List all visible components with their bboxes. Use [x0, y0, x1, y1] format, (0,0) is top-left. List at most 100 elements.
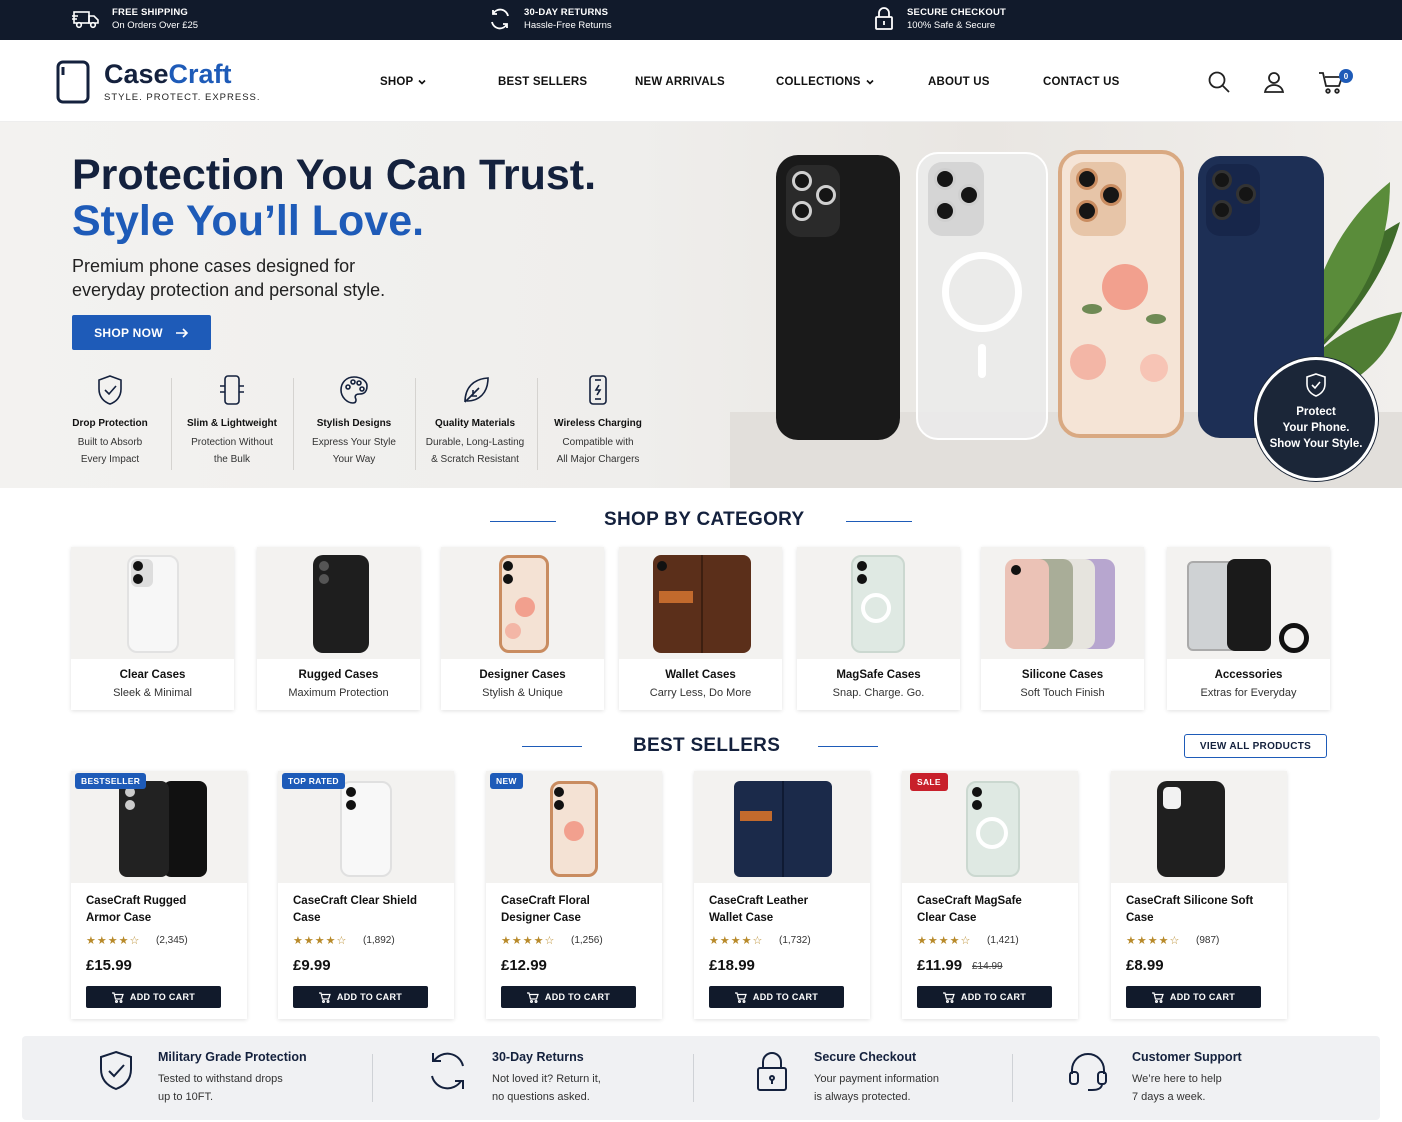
product-price: £15.99: [86, 957, 132, 974]
add-to-cart-button[interactable]: ADD TO CART: [293, 986, 428, 1008]
add-to-cart-label: ADD TO CART: [752, 992, 819, 1002]
leaf-icon: [464, 377, 489, 403]
returns-icon: [491, 8, 509, 30]
category-sub: Soft Touch Finish: [1020, 687, 1105, 699]
nav-collections[interactable]: COLLECTIONS: [776, 76, 875, 88]
brand-logo[interactable]: CaseCraft STYLE. PROTECT. EXPRESS.: [56, 60, 261, 104]
search-icon[interactable]: [1207, 70, 1231, 94]
guarantee-line1: We’re here to help: [1132, 1073, 1222, 1085]
guarantee-bar: Military Grade Protection Tested to withs…: [22, 1036, 1380, 1120]
feature-desc-line2: & Scratch Resistant: [431, 454, 519, 465]
guarantee-line2: no questions asked.: [492, 1091, 590, 1103]
product-name: CaseCraft MagSafe Clear Case: [917, 895, 1022, 924]
add-to-cart-button[interactable]: ADD TO CART: [709, 986, 844, 1008]
category-sub: Carry Less, Do More: [649, 687, 752, 699]
star-rating: ★★★★☆: [1126, 935, 1181, 947]
guarantee-secure-checkout: Secure Checkout Your payment information i…: [752, 1050, 939, 1106]
category-sub: Sleek & Minimal: [113, 687, 192, 699]
feature-desc-line2: the Bulk: [213, 454, 251, 465]
checkout-sub: 100% Safe & Secure: [907, 20, 996, 31]
add-to-cart-button[interactable]: ADD TO CART: [86, 986, 221, 1008]
category-card-wallet[interactable]: Wallet Cases Carry Less, Do More: [619, 547, 782, 710]
category-image: [619, 547, 782, 659]
product-card[interactable]: CaseCraft Silicone Soft Case ★★★★☆ (987)…: [1111, 771, 1287, 1019]
product-card[interactable]: SALE CaseCraft MagSafe Clear Case ★★★★☆ …: [902, 771, 1078, 1019]
clear-magsafe-case: [916, 152, 1048, 440]
account-icon[interactable]: [1262, 70, 1286, 94]
feature-slim-lightweight: Slim & Lightweight Protection Without th…: [172, 374, 292, 468]
category-card-silicone[interactable]: Silicone Cases Soft Touch Finish: [981, 547, 1144, 710]
shield-icon: [98, 375, 122, 405]
product-name: CaseCraft Rugged Armor Case: [86, 895, 187, 924]
cart-icon: [111, 991, 124, 1003]
cart-icon: [526, 991, 539, 1003]
shipping-sub: On Orders Over £25: [112, 20, 199, 31]
hero-banner: Protection You Can Trust. Style You’ll L…: [0, 122, 1402, 488]
product-card[interactable]: NEW CaseCraft Floral Designer Case ★★★★☆…: [486, 771, 662, 1019]
returns-sub: Hassle-Free Returns: [524, 20, 612, 31]
feature-drop-protection: Drop Protection Built to Absorb Every Im…: [50, 374, 170, 468]
category-card-designer[interactable]: Designer Cases Stylish & Unique: [441, 547, 604, 710]
guarantee-title: Customer Support: [1132, 1050, 1242, 1064]
review-count: (2,345): [156, 935, 188, 946]
guarantee-title: 30-Day Returns: [492, 1050, 584, 1064]
hero-description: Premium phone cases designed for everyda…: [72, 256, 386, 300]
feature-stylish-designs: Stylish Designs Express Your Style Your …: [294, 374, 414, 468]
nav-best-sellers-label: BEST SELLERS: [498, 76, 588, 88]
category-card-clear[interactable]: Clear Cases Sleek & Minimal: [71, 547, 234, 710]
wireless-charging-icon: [589, 375, 607, 405]
add-to-cart-label: ADD TO CART: [336, 992, 403, 1002]
product-card[interactable]: TOP RATED CaseCraft Clear Shield Case ★★…: [278, 771, 454, 1019]
lock-icon: [875, 7, 893, 30]
lock-icon: [757, 1052, 787, 1091]
phone-logo-icon: [56, 60, 90, 104]
add-to-cart-label: ADD TO CART: [544, 992, 611, 1002]
product-image: [694, 771, 870, 883]
brand-name-part-b: Craft: [168, 59, 232, 89]
feature-desc-line1: Protection Without: [191, 437, 273, 448]
category-name: Clear Cases: [119, 669, 186, 681]
returns-title: 30-DAY RETURNS: [524, 7, 609, 18]
category-image: [257, 547, 420, 659]
add-to-cart-button[interactable]: ADD TO CART: [1126, 986, 1261, 1008]
add-to-cart-label: ADD TO CART: [1169, 992, 1236, 1002]
cart-count-badge: 0: [1339, 69, 1353, 83]
arrow-right-icon: [175, 327, 189, 338]
shop-now-button[interactable]: SHOP NOW: [72, 315, 211, 350]
nav-about-us[interactable]: ABOUT US: [928, 76, 990, 88]
shield-check-icon: [100, 1050, 132, 1091]
guarantee-customer-support: Customer Support We’re here to help 7 days…: [1066, 1050, 1242, 1106]
nav-best-sellers[interactable]: BEST SELLERS: [498, 76, 587, 88]
category-sub: Extras for Everyday: [1200, 687, 1297, 699]
headset-icon: [1069, 1053, 1107, 1091]
nav-shop[interactable]: SHOP: [380, 76, 427, 88]
returns-notice: 30-DAY RETURNS Hassle-Free Returns: [488, 7, 612, 31]
add-to-cart-button[interactable]: ADD TO CART: [917, 986, 1052, 1008]
feature-desc-line2: Your Way: [332, 454, 376, 465]
add-to-cart-button[interactable]: ADD TO CART: [501, 986, 636, 1008]
feature-title: Quality Materials: [434, 418, 516, 429]
product-card[interactable]: BESTSELLER CaseCraft Rugged Armor Case ★…: [71, 771, 247, 1019]
product-name: CaseCraft Leather Wallet Case: [709, 895, 809, 924]
site-header: CaseCraft STYLE. PROTECT. EXPRESS. SHOP …: [0, 40, 1402, 122]
seal-line2: Your Phone.: [1282, 422, 1350, 434]
nav-contact-us[interactable]: CONTACT US: [1043, 76, 1120, 88]
star-rating: ★★★★☆: [501, 935, 556, 947]
product-card[interactable]: CaseCraft Leather Wallet Case ★★★★☆ (1,7…: [694, 771, 870, 1019]
category-name: Rugged Cases: [298, 669, 379, 681]
checkout-title: SECURE CHECKOUT: [907, 7, 1007, 18]
guarantee-line1: Not loved it? Return it,: [492, 1073, 601, 1085]
nav-new-arrivals[interactable]: NEW ARRIVALS: [635, 76, 725, 88]
add-to-cart-label: ADD TO CART: [960, 992, 1027, 1002]
original-price: £14.99: [972, 961, 1003, 972]
floral-designer-case: [1058, 150, 1184, 438]
feature-desc-line1: Express Your Style: [312, 437, 396, 448]
view-all-products-button[interactable]: VIEW ALL PRODUCTS: [1184, 734, 1327, 758]
protect-your-phone-seal: Protect Your Phone. Show Your Style.: [1254, 357, 1378, 481]
category-card-rugged[interactable]: Rugged Cases Maximum Protection: [257, 547, 420, 710]
add-to-cart-label: ADD TO CART: [129, 992, 196, 1002]
category-name: MagSafe Cases: [836, 669, 921, 681]
category-card-accessories[interactable]: Accessories Extras for Everyday: [1167, 547, 1330, 710]
product-image: [1111, 771, 1287, 883]
category-card-magsafe[interactable]: MagSafe Cases Snap. Charge. Go.: [797, 547, 960, 710]
